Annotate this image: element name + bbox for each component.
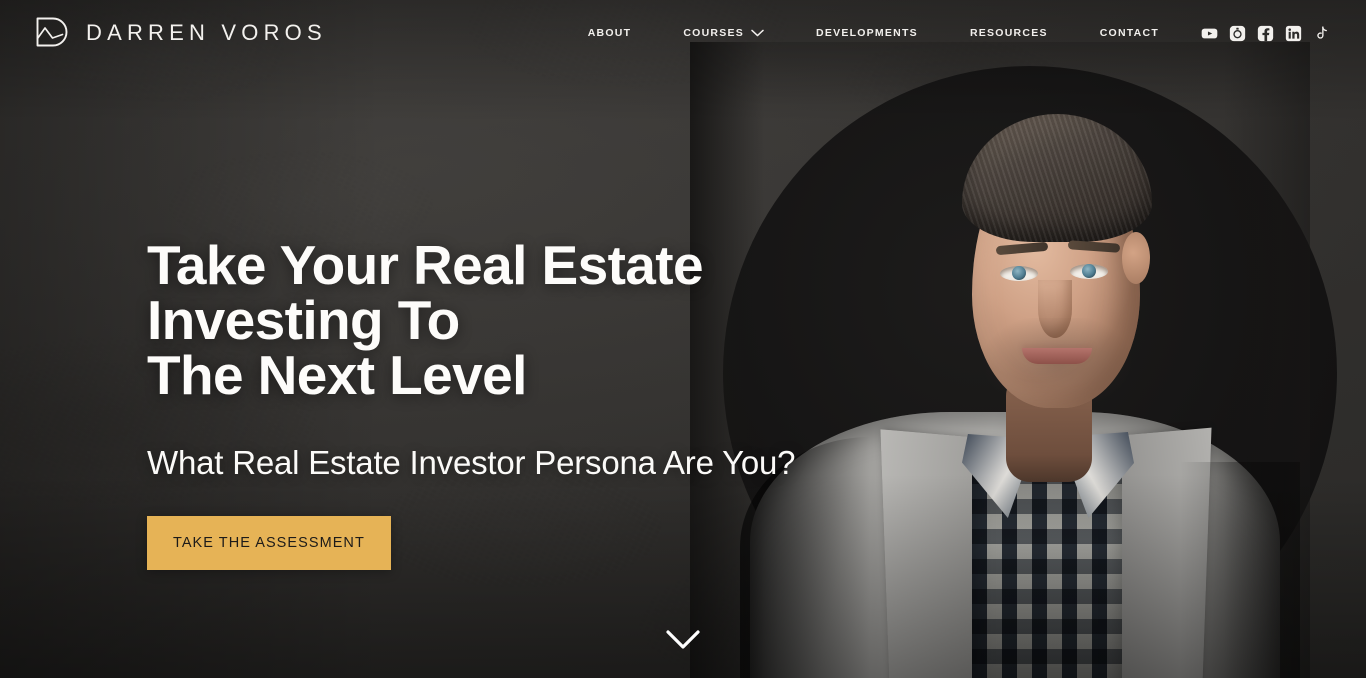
scroll-down-button[interactable] — [665, 628, 701, 652]
nav-item-courses[interactable]: COURSES — [657, 27, 790, 39]
brand-name: DARREN VOROS — [86, 20, 327, 45]
linkedin-icon[interactable] — [1285, 25, 1302, 42]
nav-item-label: DEVELOPMENTS — [816, 27, 918, 39]
site-header: DARREN VOROS ABOUT COURSES DEVELOPMENTS … — [0, 0, 1366, 66]
nav-item-contact[interactable]: CONTACT — [1074, 27, 1185, 39]
main-navigation: ABOUT COURSES DEVELOPMENTS RESOURCES CON… — [562, 25, 1366, 42]
nav-item-label: COURSES — [683, 27, 744, 39]
darren-voros-monogram-icon — [34, 15, 70, 51]
facebook-icon[interactable] — [1257, 25, 1274, 42]
nav-item-label: CONTACT — [1099, 27, 1159, 39]
page-title: Take Your Real Estate Investing To The N… — [147, 234, 704, 406]
nav-item-resources[interactable]: RESOURCES — [944, 27, 1074, 39]
nav-item-about[interactable]: ABOUT — [562, 27, 658, 39]
social-links — [1201, 25, 1330, 42]
hero-content: Take Your Real Estate Investing To The N… — [147, 238, 867, 570]
nav-item-label: ABOUT — [587, 27, 632, 39]
chevron-down-icon — [751, 29, 764, 37]
nav-item-developments[interactable]: DEVELOPMENTS — [790, 27, 944, 39]
take-the-assessment-button[interactable]: TAKE THE ASSESSMENT — [147, 515, 391, 570]
tiktok-icon[interactable] — [1313, 25, 1330, 42]
hero-subtitle: What Real Estate Investor Persona Are Yo… — [147, 444, 796, 481]
youtube-icon[interactable] — [1201, 25, 1218, 42]
chevron-down-icon — [665, 628, 701, 652]
nav-item-label: RESOURCES — [969, 27, 1048, 39]
brand-logo[interactable]: DARREN VOROS — [34, 15, 327, 51]
instagram-icon[interactable] — [1229, 25, 1246, 42]
